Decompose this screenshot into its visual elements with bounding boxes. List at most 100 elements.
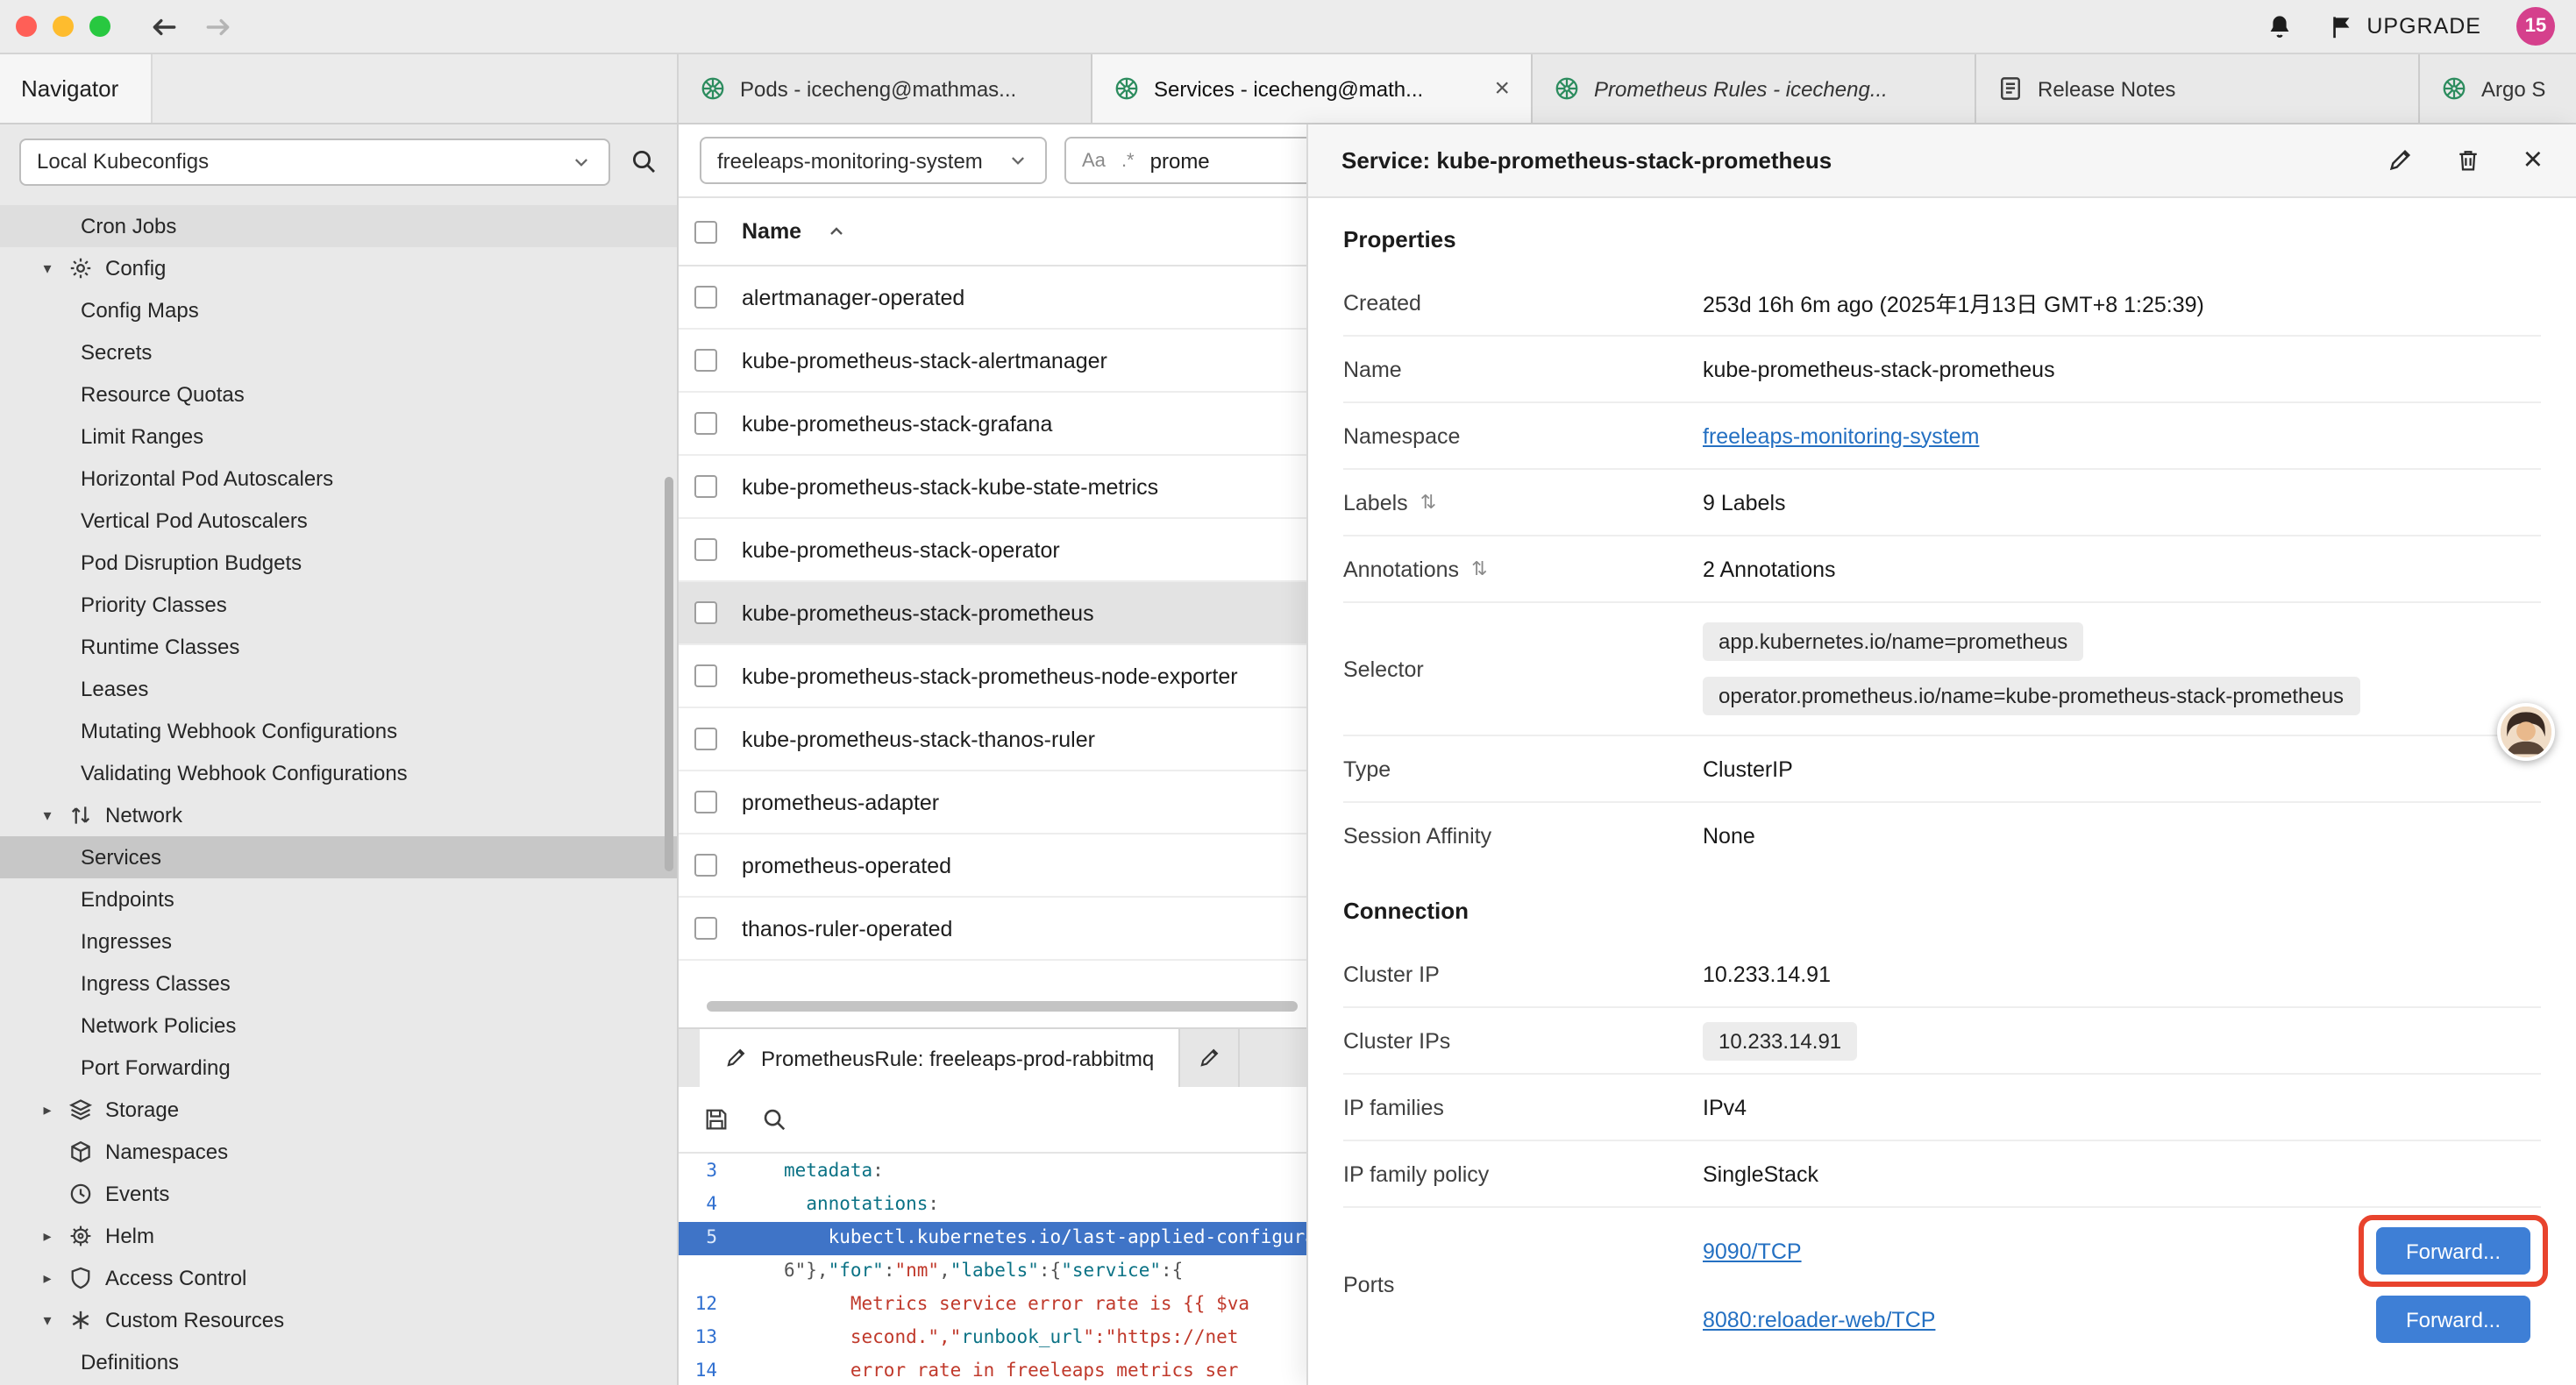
sort-toggle-icon[interactable]: ⇅ (1471, 558, 1487, 580)
port-row: 8080:reloader-web/TCP Forward... (1703, 1296, 2541, 1343)
forward-button[interactable]: Forward... (2376, 1296, 2530, 1343)
row-checkbox[interactable] (694, 664, 717, 687)
tab-close-icon[interactable]: × (1494, 75, 1510, 102)
row-checkbox[interactable] (694, 475, 717, 498)
namespace-selector[interactable]: freeleaps-monitoring-system (700, 137, 1047, 184)
sidebar-search-icon[interactable] (630, 147, 658, 175)
sort-toggle-icon[interactable]: ⇅ (1420, 491, 1436, 514)
service-name: kube-prometheus-stack-grafana (742, 411, 1052, 436)
trash-icon[interactable] (2455, 147, 2481, 174)
detail-badge: 10.233.14.91 (1703, 1021, 1857, 1060)
tab-pods-icecheng-mathmas[interactable]: Pods - icecheng@mathmas... (679, 54, 1092, 123)
sidebar-item-horizontal-pod-autoscalers[interactable]: Horizontal Pod Autoscalers (0, 458, 677, 500)
tab-prometheus-rules-icecheng[interactable]: Prometheus Rules - icecheng... (1533, 54, 1976, 123)
sidebar-item-config-maps[interactable]: Config Maps (0, 289, 677, 331)
window-close-button[interactable] (16, 16, 37, 37)
sidebar-item-events[interactable]: Events (0, 1173, 677, 1215)
close-icon[interactable]: × (2523, 144, 2543, 177)
service-name: alertmanager-operated (742, 285, 964, 309)
tab-label: Services - icecheng@math... (1154, 76, 1480, 101)
chevron-down-icon[interactable]: ▾ (37, 806, 58, 825)
kubeconfig-row: Local Kubeconfigs (0, 124, 677, 198)
edit-pencil-icon[interactable] (2387, 147, 2413, 174)
editor-search-icon[interactable] (761, 1106, 787, 1133)
row-checkbox[interactable] (694, 854, 717, 877)
regex-toggle[interactable]: .* (1121, 150, 1135, 171)
chevron-down-icon[interactable]: ▾ (37, 259, 58, 278)
sidebar-item-pod-disruption-budgets[interactable]: Pod Disruption Budgets (0, 542, 677, 584)
row-checkbox[interactable] (694, 538, 717, 561)
sidebar-item-custom-resources[interactable]: ▾Custom Resources (0, 1299, 677, 1341)
sidebar-item-priority-classes[interactable]: Priority Classes (0, 584, 677, 626)
sidebar-item-label: Network Policies (81, 1013, 236, 1038)
sidebar-item-vertical-pod-autoscalers[interactable]: Vertical Pod Autoscalers (0, 500, 677, 542)
sidebar-item-network[interactable]: ▾Network (0, 794, 677, 836)
sidebar-scrollbar[interactable] (665, 477, 673, 871)
user-avatar[interactable] (2497, 703, 2555, 761)
sidebar-item-endpoints[interactable]: Endpoints (0, 878, 677, 920)
kubeconfig-selector[interactable]: Local Kubeconfigs (19, 138, 610, 185)
upgrade-button[interactable]: UPGRADE (2328, 13, 2481, 39)
port-link[interactable]: 8080:reloader-web/TCP (1703, 1307, 1935, 1332)
horizontal-scrollbar[interactable] (707, 1001, 1298, 1012)
sidebar-item-leases[interactable]: Leases (0, 668, 677, 710)
window-zoom-button[interactable] (89, 16, 110, 37)
dock-tab-prometheusrule[interactable]: PrometheusRule: freeleaps-prod-rabbitmq (700, 1029, 1180, 1087)
tab-release-notes[interactable]: Release Notes (1976, 54, 2420, 123)
notifications-bell-icon[interactable] (2265, 12, 2293, 40)
column-header-name[interactable]: Name (742, 219, 801, 244)
back-button[interactable] (149, 11, 179, 41)
sidebar-item-definitions[interactable]: Definitions (0, 1341, 677, 1383)
sidebar-item-services[interactable]: Services (0, 836, 677, 878)
sidebar-item-storage[interactable]: ▸Storage (0, 1089, 677, 1131)
sidebar-item-mutating-webhook-configurations[interactable]: Mutating Webhook Configurations (0, 710, 677, 752)
sidebar-item-port-forwarding[interactable]: Port Forwarding (0, 1047, 677, 1089)
window-minimize-button[interactable] (53, 16, 74, 37)
sidebar-item-access-control[interactable]: ▸Access Control (0, 1257, 677, 1299)
save-icon[interactable] (703, 1106, 729, 1133)
namespaces-icon (68, 1140, 93, 1164)
sidebar-item-runtime-classes[interactable]: Runtime Classes (0, 626, 677, 668)
custom-resources-icon (68, 1308, 93, 1332)
detail-link[interactable]: freeleaps-monitoring-system (1703, 423, 1979, 448)
tab-argo-s[interactable]: Argo S (2420, 54, 2576, 123)
detail-value: 10.233.14.91 (1703, 962, 1831, 986)
row-checkbox[interactable] (694, 349, 717, 372)
port-link[interactable]: 9090/TCP (1703, 1239, 1802, 1263)
chevron-down-icon[interactable]: ▾ (37, 1310, 58, 1330)
notification-count-badge[interactable]: 15 (2516, 7, 2555, 46)
sidebar-item-resource-quotas[interactable]: Resource Quotas (0, 373, 677, 416)
row-checkbox[interactable] (694, 728, 717, 750)
namespace-selector-value: freeleaps-monitoring-system (717, 148, 983, 173)
dock-tab-partial[interactable] (1180, 1029, 1240, 1087)
select-all-checkbox[interactable] (694, 220, 717, 243)
pencil-icon (1198, 1047, 1220, 1069)
sidebar-item-network-policies[interactable]: Network Policies (0, 1005, 677, 1047)
chevron-right-icon[interactable]: ▸ (37, 1100, 58, 1119)
match-case-toggle[interactable]: Aa (1082, 150, 1106, 171)
sort-ascending-icon[interactable] (826, 221, 847, 242)
sidebar-item-cron-jobs[interactable]: Cron Jobs (0, 205, 677, 247)
sidebar-item-limit-ranges[interactable]: Limit Ranges (0, 416, 677, 458)
sidebar-item-ingress-classes[interactable]: Ingress Classes (0, 962, 677, 1005)
line-content: error rate in freeleaps metrics ser (731, 1355, 1238, 1385)
sidebar-item-secrets[interactable]: Secrets (0, 331, 677, 373)
sidebar-item-namespaces[interactable]: Namespaces (0, 1131, 677, 1173)
row-checkbox[interactable] (694, 412, 717, 435)
chevron-right-icon[interactable]: ▸ (37, 1268, 58, 1288)
row-checkbox[interactable] (694, 917, 717, 940)
tab-services-icecheng-math[interactable]: Services - icecheng@math... × (1092, 54, 1533, 123)
row-checkbox[interactable] (694, 791, 717, 813)
sidebar-item-validating-webhook-configurations[interactable]: Validating Webhook Configurations (0, 752, 677, 794)
sidebar-item-ingresses[interactable]: Ingresses (0, 920, 677, 962)
detail-row-namespace: Namespacefreeleaps-monitoring-system (1343, 403, 2541, 470)
port-row: 9090/TCP Forward... (1703, 1227, 2541, 1275)
forward-button[interactable]: Forward... (2376, 1227, 2530, 1275)
sidebar-item-config[interactable]: ▾Config (0, 247, 677, 289)
row-checkbox[interactable] (694, 601, 717, 624)
chevron-right-icon[interactable]: ▸ (37, 1226, 58, 1246)
sidebar-item-helm[interactable]: ▸Helm (0, 1215, 677, 1257)
row-checkbox[interactable] (694, 286, 717, 309)
forward-button[interactable] (203, 11, 233, 41)
detail-row-ports: Ports9090/TCPForward...8080:reloader-web… (1343, 1208, 2541, 1362)
